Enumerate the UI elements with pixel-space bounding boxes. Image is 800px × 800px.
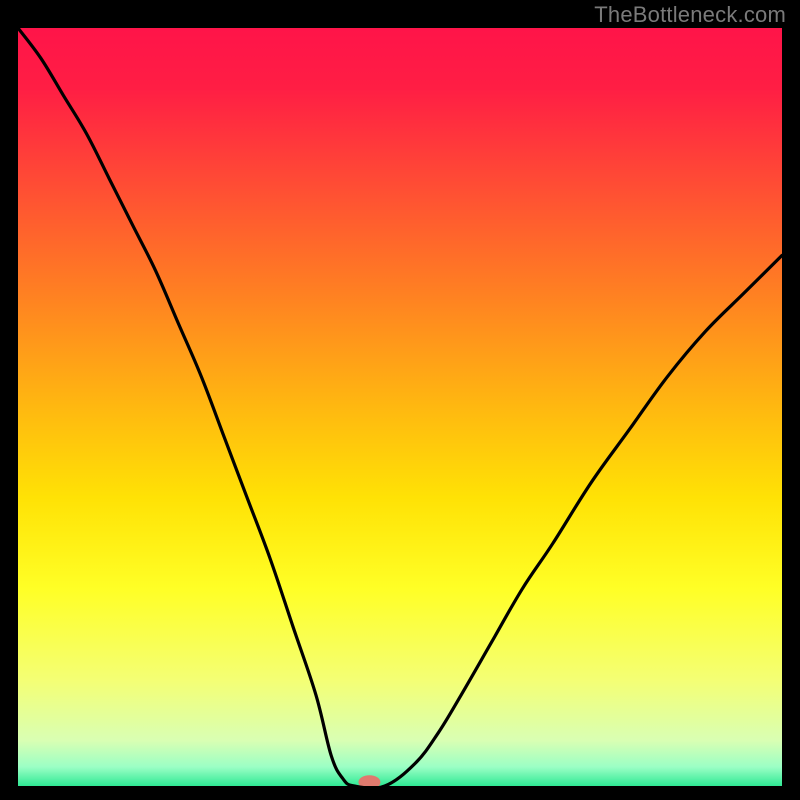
attribution-label: TheBottleneck.com (594, 2, 786, 28)
chart-frame: TheBottleneck.com (0, 0, 800, 800)
bottleneck-chart (18, 28, 782, 786)
gradient-background (18, 28, 782, 786)
